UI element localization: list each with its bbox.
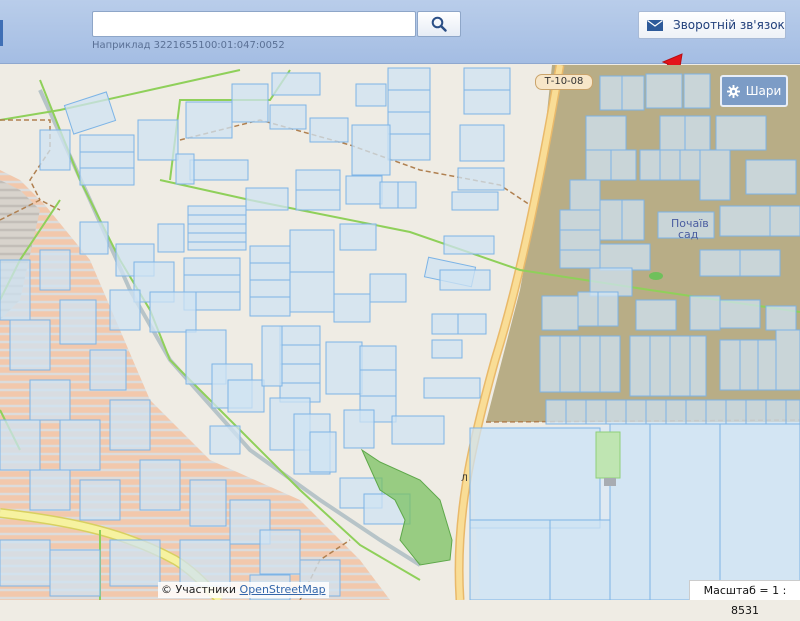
scale-indicator: Масштаб = 1 : 8531 <box>689 580 800 617</box>
mail-icon <box>647 19 663 31</box>
search-input[interactable] <box>92 11 416 37</box>
osm-link[interactable]: OpenStreetMap <box>240 583 326 596</box>
search-hint: Наприклад 3221655100:01:047:0052 <box>92 40 285 51</box>
layers-label: Шари <box>745 84 782 98</box>
attribution-prefix: © Участники <box>161 583 237 596</box>
place-label-2: сад <box>678 228 699 241</box>
search-icon <box>431 16 447 32</box>
small-grey-marker <box>604 478 616 486</box>
green-marker <box>649 272 663 280</box>
left-edge-marker <box>0 20 3 46</box>
gear-icon <box>726 84 740 98</box>
search-button[interactable] <box>417 11 461 37</box>
cadastral-map[interactable] <box>0 65 800 600</box>
map-attribution: © Участники OpenStreetMap <box>158 582 329 598</box>
small-green-square <box>595 431 621 479</box>
feedback-label: Зворотній зв'язок <box>673 18 785 32</box>
layers-button[interactable]: Шари <box>720 75 788 107</box>
road-label: Т-10-08 <box>535 74 593 90</box>
feedback-button[interactable]: Зворотній зв'язок <box>638 11 786 39</box>
street-letter: Л <box>461 474 468 484</box>
